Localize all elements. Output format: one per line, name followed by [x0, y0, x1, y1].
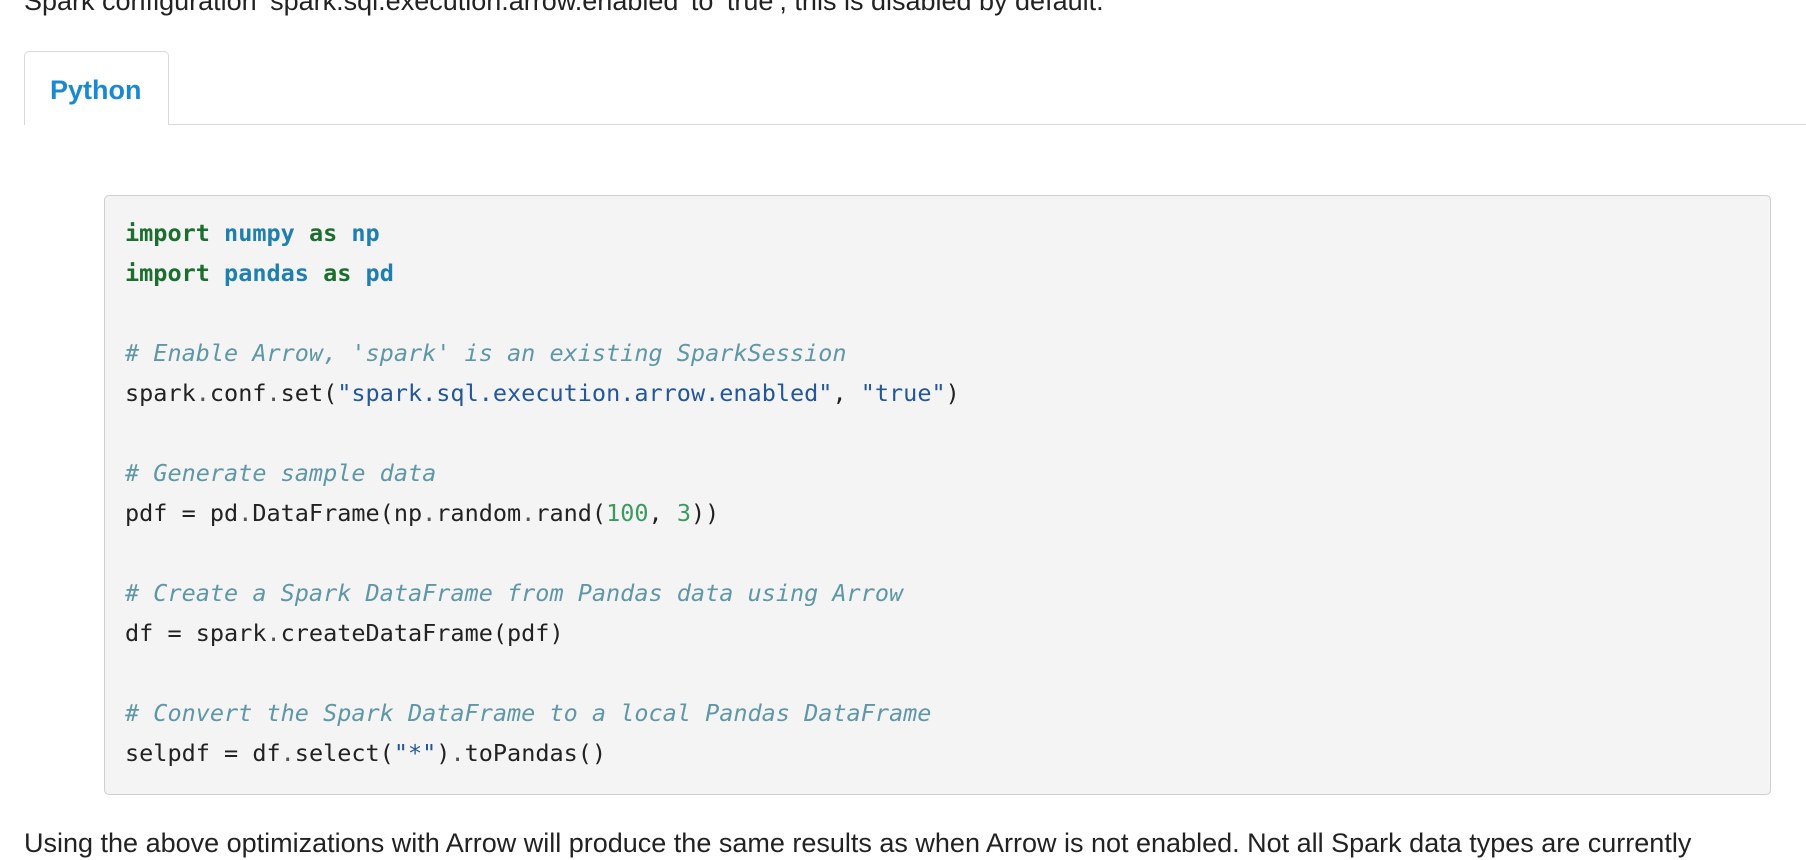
- code-token: set(: [280, 379, 338, 407]
- keyword: import: [125, 259, 210, 287]
- code-dot: .: [521, 499, 536, 527]
- code-line-import-pandas: import pandas as pd: [125, 253, 960, 293]
- code-comment: # Generate sample data: [125, 453, 960, 493]
- number-literal: 100: [606, 499, 649, 527]
- code-line-import-numpy: import numpy as np: [125, 213, 960, 253]
- string-literal: "true": [860, 379, 946, 407]
- code-dot: .: [266, 379, 281, 407]
- code-token: ): [945, 379, 960, 407]
- keyword: as: [308, 219, 338, 247]
- code-token: ,: [648, 499, 677, 527]
- code-token: DataFrame(np: [252, 499, 423, 527]
- comment-text: # Convert the Spark DataFrame to a local…: [125, 699, 932, 727]
- number-literal: 3: [676, 499, 691, 527]
- code-token: pdf = pd: [125, 499, 239, 527]
- code-comment: # Convert the Spark DataFrame to a local…: [125, 693, 960, 733]
- comment-text: # Generate sample data: [125, 459, 437, 487]
- keyword: import: [125, 219, 210, 247]
- code-dot: .: [280, 739, 295, 767]
- code-dot: .: [266, 619, 281, 647]
- code-token: select(: [294, 739, 394, 767]
- code-dot: .: [450, 739, 465, 767]
- string-literal: "spark.sql.execution.arrow.enabled": [337, 379, 833, 407]
- code-line-pdf: pdf = pd.DataFrame(np.random.rand(100, 3…: [125, 493, 960, 533]
- code-token: spark: [125, 379, 196, 407]
- code-token: random: [436, 499, 522, 527]
- code-dot: .: [238, 499, 253, 527]
- code-line-conf-set: spark.conf.set("spark.sql.execution.arro…: [125, 373, 960, 413]
- module-name: numpy: [224, 219, 295, 247]
- code-line-selpdf: selpdf = df.select("*").toPandas(): [125, 733, 960, 773]
- tab-python[interactable]: Python: [24, 51, 169, 125]
- comment-text: # Enable Arrow, 'spark' is an existing S…: [125, 339, 847, 367]
- intro-paragraph: Spark configuration ‘spark.sql.execution…: [24, 0, 1104, 16]
- code-token: )): [690, 499, 720, 527]
- code-dot: .: [195, 379, 210, 407]
- module-alias: np: [351, 219, 380, 247]
- code-content: import numpy as np import pandas as pd #…: [125, 213, 960, 773]
- keyword: as: [323, 259, 352, 287]
- outro-paragraph: Using the above optimizations with Arrow…: [24, 828, 1692, 858]
- code-token: rand(: [535, 499, 607, 527]
- code-comment: # Create a Spark DataFrame from Pandas d…: [125, 573, 960, 613]
- module-name: pandas: [224, 259, 309, 287]
- comment-text: # Create a Spark DataFrame from Pandas d…: [125, 579, 904, 607]
- code-block: import numpy as np import pandas as pd #…: [104, 195, 1771, 795]
- code-token: df = spark: [125, 619, 267, 647]
- code-dot: .: [422, 499, 437, 527]
- code-token: createDataFrame(pdf): [280, 619, 564, 647]
- code-token: ,: [832, 379, 861, 407]
- tab-python-label: Python: [50, 75, 142, 105]
- code-token: conf: [209, 379, 267, 407]
- tabs-bar: [24, 124, 1806, 125]
- code-token: selpdf = df: [125, 739, 281, 767]
- code-line-df: df = spark.createDataFrame(pdf): [125, 613, 960, 653]
- module-alias: pd: [365, 259, 394, 287]
- code-token: toPandas(): [464, 739, 607, 767]
- code-comment: # Enable Arrow, 'spark' is an existing S…: [125, 333, 960, 373]
- string-literal: "*": [393, 739, 437, 767]
- code-token: ): [436, 739, 451, 767]
